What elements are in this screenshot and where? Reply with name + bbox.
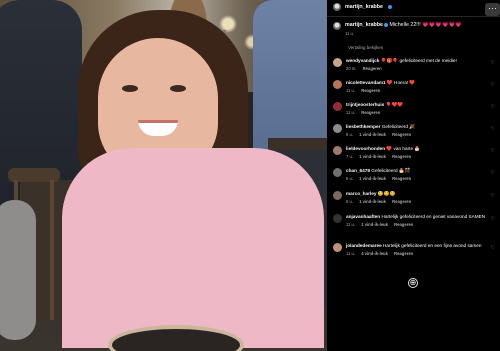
heart-outline-icon[interactable]: ♡ bbox=[491, 170, 495, 176]
caption-text: Michelle 22!!! bbox=[389, 22, 421, 28]
comment-likes[interactable]: 1 vind-ik-leuk bbox=[359, 199, 386, 204]
commenter-username[interactable]: nicolettevandam1 bbox=[346, 80, 386, 85]
comment-time: 7 u. bbox=[346, 154, 353, 159]
reply-button[interactable]: Reageren bbox=[392, 176, 411, 181]
comment-likes[interactable]: 1 vind-ik-leuk bbox=[361, 222, 388, 227]
commenter-avatar[interactable] bbox=[333, 191, 342, 200]
comment-likes[interactable]: 4 vind-ik-leuk bbox=[361, 251, 388, 256]
comment-text: ❤️ Hoera! ❤️ bbox=[386, 80, 416, 85]
comment-text: 🎈❤️❤️ bbox=[385, 102, 404, 107]
comment-item: nicolettevandam1 ❤️ Hoera! ❤️ 11 u. Reag… bbox=[333, 80, 495, 93]
comment-item: marco_harley 😊😊😊 8 u. 1 vind-ik-leuk Rea… bbox=[333, 191, 495, 204]
post-caption: martijn_krabbe Michelle 22!!! 💗💗💗💗💗💗 11 … bbox=[333, 22, 462, 36]
reply-button[interactable]: Reageren bbox=[394, 222, 413, 227]
comment-time: 20 m. bbox=[346, 66, 357, 71]
comment-time: 11 u. bbox=[346, 88, 356, 93]
post-header: martijn_krabbe bbox=[333, 3, 392, 11]
reply-button[interactable]: Reageren bbox=[361, 110, 380, 115]
more-options-icon[interactable]: ··· bbox=[485, 3, 500, 16]
pink-shirt bbox=[62, 148, 324, 348]
commenter-username[interactable]: lieldevoorhonden bbox=[346, 146, 385, 151]
heart-outline-icon[interactable]: ♡ bbox=[491, 126, 495, 132]
comment-text: Hartelijk gefeliciteerd en een fijne avo… bbox=[383, 243, 482, 248]
commenter-avatar[interactable] bbox=[333, 214, 342, 223]
commenter-username[interactable]: anjavanhaaften bbox=[346, 214, 380, 219]
commenter-username[interactable]: jolandedemaree bbox=[346, 243, 382, 248]
reply-button[interactable]: Reageren bbox=[392, 154, 411, 159]
comment-time: 8 u. bbox=[346, 132, 353, 137]
comment-item: anjavanhaaften Hartelijk gefeliciteerd e… bbox=[333, 214, 495, 227]
caption-emojis: 💗💗💗💗💗💗 bbox=[422, 22, 462, 28]
commenter-username[interactable]: liesbethkemper bbox=[346, 124, 380, 129]
stool-leg bbox=[50, 180, 54, 320]
comment-likes[interactable]: 1 vind-ik-leuk bbox=[359, 154, 386, 159]
foreground-arm bbox=[0, 200, 36, 340]
comment-item: trijntjeoosterhuis 🎈❤️❤️ 11 u. Reageren … bbox=[333, 102, 495, 115]
heart-outline-icon[interactable]: ♡ bbox=[491, 148, 495, 154]
comment-item: lieldevoorhonden ❤️ van harte 🎂 7 u. 1 v… bbox=[333, 146, 495, 159]
comment-time: 11 u. bbox=[346, 251, 356, 256]
post-photo bbox=[0, 0, 327, 351]
commenter-avatar[interactable] bbox=[333, 80, 342, 89]
heart-outline-icon[interactable]: ♡ bbox=[491, 60, 495, 66]
commenter-avatar[interactable] bbox=[333, 168, 342, 177]
comment-text: Hartelijk gefeliciteerd en geniet vanavo… bbox=[381, 214, 486, 219]
comment-item: jolandedemaree Hartelijk gefeliciteerd e… bbox=[333, 243, 495, 256]
comment-time: 8 u. bbox=[346, 199, 353, 204]
caption-username[interactable]: martijn_krabbe bbox=[345, 22, 383, 28]
heart-outline-icon[interactable]: ♡ bbox=[491, 193, 495, 199]
comment-time: 11 u. bbox=[346, 222, 356, 227]
reply-button[interactable]: Reageren bbox=[392, 132, 411, 137]
commenter-username[interactable]: marco_harley bbox=[346, 191, 377, 196]
commenter-username[interactable]: chan_6478 bbox=[346, 168, 370, 173]
verified-badge-icon bbox=[387, 5, 392, 9]
comment-text: Gefeliciteerd 🎉 bbox=[381, 124, 416, 129]
right-eye bbox=[170, 85, 186, 92]
header-divider bbox=[327, 16, 500, 17]
commenter-avatar[interactable] bbox=[333, 58, 342, 67]
heart-outline-icon[interactable]: ♡ bbox=[491, 82, 495, 88]
comment-item: chan_6478 Gefeliciteerd 🎂🎊 8 u. 1 vind-i… bbox=[333, 168, 495, 181]
commenter-avatar[interactable] bbox=[333, 146, 342, 155]
comment-text: Gefeliciteerd 🎂🎊 bbox=[371, 168, 411, 173]
caption-avatar[interactable] bbox=[333, 22, 341, 30]
comment-item: liesbethkemper Gefeliciteerd 🎉 8 u. 1 vi… bbox=[333, 124, 495, 137]
commenter-avatar[interactable] bbox=[333, 102, 342, 111]
commenter-avatar[interactable] bbox=[333, 243, 342, 252]
reply-button[interactable]: Reageren bbox=[361, 88, 380, 93]
translate-link[interactable]: Vertaling bekijken bbox=[348, 45, 383, 50]
comment-time: 11 u. bbox=[346, 110, 356, 115]
comment-text: ❤️ van harte 🎂 bbox=[386, 146, 421, 151]
author-avatar[interactable] bbox=[333, 3, 341, 11]
heart-outline-icon[interactable]: ♡ bbox=[491, 104, 495, 110]
reply-button[interactable]: Reageren bbox=[394, 251, 413, 256]
comment-item: wendyvandijck 🎈🎁🎈 gefeliciteerd met de m… bbox=[333, 58, 495, 71]
comment-text: 🎈🎁🎈 gefeliciteerd met de meidie! bbox=[380, 58, 457, 63]
heart-outline-icon[interactable]: ♡ bbox=[491, 245, 495, 251]
comment-text: 😊😊😊 bbox=[377, 191, 396, 196]
commenter-avatar[interactable] bbox=[333, 124, 342, 133]
author-username[interactable]: martijn_krabbe bbox=[345, 4, 383, 10]
caption-time: 11 u. bbox=[345, 31, 355, 36]
commenter-username[interactable]: trijntjeoosterhuis bbox=[346, 102, 384, 107]
heart-outline-icon[interactable]: ♡ bbox=[491, 216, 495, 222]
comment-time: 8 u. bbox=[346, 176, 353, 181]
comment-likes[interactable]: 1 vind-ik-leuk bbox=[359, 132, 386, 137]
verified-badge-icon bbox=[383, 22, 388, 27]
reply-button[interactable]: Reageren bbox=[363, 66, 382, 71]
reply-button[interactable]: Reageren bbox=[392, 199, 411, 204]
left-eye bbox=[122, 85, 138, 92]
add-circle-icon[interactable]: ⊕ bbox=[408, 278, 418, 288]
commenter-username[interactable]: wendyvandijck bbox=[346, 58, 379, 63]
comment-likes[interactable]: 1 vind-ik-leuk bbox=[359, 176, 386, 181]
